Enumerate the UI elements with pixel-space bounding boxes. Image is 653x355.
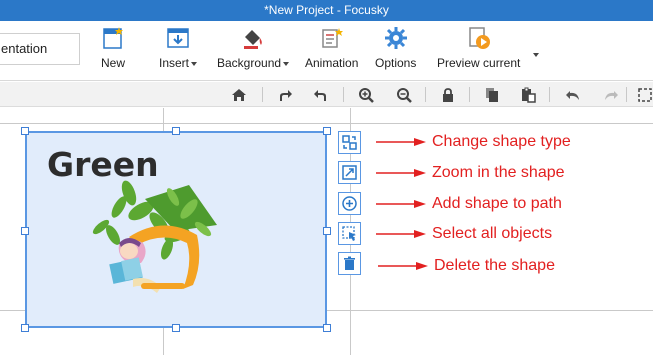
guide-line-horizontal bbox=[0, 123, 653, 124]
resize-handle-bottom-right[interactable] bbox=[323, 324, 331, 332]
undo-step-icon[interactable] bbox=[312, 86, 330, 103]
preview-play-icon bbox=[467, 26, 491, 50]
more-icon[interactable] bbox=[636, 86, 653, 103]
toolbar-divider bbox=[262, 87, 263, 102]
toolbar-divider bbox=[626, 87, 627, 102]
preview-current-label: Preview current bbox=[437, 56, 521, 70]
paint-bucket-icon bbox=[241, 26, 265, 50]
paste-icon[interactable] bbox=[519, 86, 537, 103]
zoom-out-icon[interactable] bbox=[395, 86, 413, 103]
canvas[interactable]: Green Change shape type Zoom in the shap… bbox=[0, 108, 653, 355]
preview-current-button[interactable]: Preview current bbox=[437, 26, 520, 76]
gear-icon bbox=[384, 26, 408, 50]
insert-label: Insert bbox=[159, 56, 198, 70]
window-title: *New Project - Focusky bbox=[0, 0, 653, 21]
resize-handle-bottom[interactable] bbox=[172, 324, 180, 332]
red-arrow-icon bbox=[376, 200, 426, 208]
resize-handle-top-left[interactable] bbox=[21, 127, 29, 135]
selected-shape[interactable]: Green bbox=[21, 127, 331, 332]
preview-dropdown-caret[interactable] bbox=[531, 46, 539, 64]
zoom-in-shape-icon bbox=[342, 165, 357, 180]
toolbar-divider bbox=[343, 87, 344, 102]
redo-step-icon[interactable] bbox=[276, 86, 294, 103]
options-label: Options bbox=[375, 56, 417, 70]
insert-icon bbox=[166, 26, 190, 50]
annotation-label: Delete the shape bbox=[434, 257, 555, 274]
canvas-toolbar bbox=[0, 82, 653, 107]
resize-handle-top-right[interactable] bbox=[323, 127, 331, 135]
toolbar-divider bbox=[549, 87, 550, 102]
ribbon: entation New Insert Background Animation… bbox=[0, 21, 653, 81]
new-label: New bbox=[101, 56, 126, 70]
background-button[interactable]: Background bbox=[217, 26, 290, 76]
resize-handle-top[interactable] bbox=[172, 127, 180, 135]
annotation-zoom-in-shape: Zoom in the shape bbox=[376, 164, 565, 182]
document-name-field[interactable]: entation bbox=[0, 33, 80, 65]
redo-icon[interactable] bbox=[602, 86, 620, 103]
annotation-delete-shape: Delete the shape bbox=[378, 257, 555, 275]
annotation-label: Add shape to path bbox=[432, 195, 562, 212]
resize-handle-bottom-left[interactable] bbox=[21, 324, 29, 332]
animation-icon bbox=[320, 26, 344, 50]
insert-button[interactable]: Insert bbox=[159, 26, 198, 76]
annotation-add-shape-to-path: Add shape to path bbox=[376, 195, 562, 213]
change-shape-type-icon bbox=[342, 135, 357, 150]
delete-shape-button[interactable] bbox=[338, 252, 361, 275]
reading-girl-clipart[interactable] bbox=[89, 179, 223, 297]
background-label: Background bbox=[217, 56, 290, 70]
animation-button[interactable]: Animation bbox=[305, 26, 358, 76]
toolbar-divider bbox=[469, 87, 470, 102]
select-all-objects-icon bbox=[342, 226, 356, 241]
red-arrow-icon bbox=[378, 262, 428, 270]
annotation-label: Zoom in the shape bbox=[432, 164, 565, 181]
animation-label: Animation bbox=[305, 56, 359, 70]
new-button[interactable]: New bbox=[101, 26, 125, 76]
red-arrow-icon bbox=[376, 138, 426, 146]
red-arrow-icon bbox=[376, 230, 426, 238]
add-shape-to-path-button[interactable] bbox=[338, 192, 361, 215]
select-all-objects-button[interactable] bbox=[338, 222, 361, 245]
add-to-path-icon bbox=[342, 196, 357, 211]
options-button[interactable]: Options bbox=[375, 26, 416, 76]
annotation-label: Change shape type bbox=[432, 133, 571, 150]
delete-icon bbox=[344, 256, 355, 270]
change-shape-type-button[interactable] bbox=[338, 131, 361, 154]
home-icon[interactable] bbox=[230, 86, 248, 103]
toolbar-divider bbox=[425, 87, 426, 102]
red-arrow-icon bbox=[376, 169, 426, 177]
zoom-in-shape-button[interactable] bbox=[338, 161, 361, 184]
lock-icon[interactable] bbox=[439, 86, 457, 103]
copy-icon[interactable] bbox=[483, 86, 501, 103]
annotation-change-shape-type: Change shape type bbox=[376, 133, 571, 151]
resize-handle-right[interactable] bbox=[323, 227, 331, 235]
annotation-label: Select all objects bbox=[432, 225, 553, 242]
resize-handle-left[interactable] bbox=[21, 227, 29, 235]
undo-icon[interactable] bbox=[564, 86, 582, 103]
zoom-in-icon[interactable] bbox=[357, 86, 375, 103]
annotation-select-all-objects: Select all objects bbox=[376, 225, 552, 243]
new-doc-icon bbox=[101, 26, 125, 50]
